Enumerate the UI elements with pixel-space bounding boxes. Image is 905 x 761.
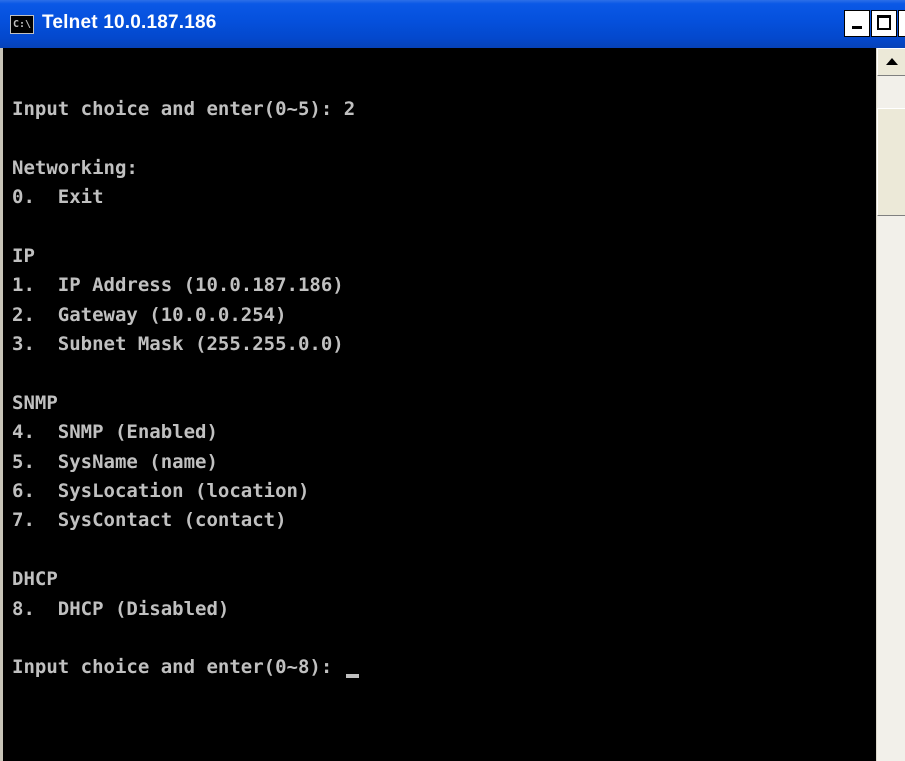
- terminal-line-option-7: 7. SysContact (contact): [12, 509, 287, 532]
- console-icon[interactable]: C:\: [10, 15, 34, 34]
- terminal-line-option-8: 8. DHCP (Disabled): [12, 597, 230, 620]
- terminal-line-snmp-heading: SNMP: [12, 391, 58, 414]
- terminal-line-networking-heading: Networking:: [12, 156, 138, 179]
- terminal-line-option-0: 0. Exit: [12, 186, 104, 209]
- close-button[interactable]: ×: [898, 10, 905, 37]
- arrow-up-icon: [886, 58, 898, 65]
- terminal-line-prompt-main: Input choice and enter(0~5): 2: [12, 98, 356, 120]
- terminal-output[interactable]: Input choice and enter(0~5): 2 Networkin…: [3, 48, 876, 761]
- title-bar[interactable]: C:\ Telnet 10.0.187.186 ×: [0, 0, 905, 48]
- maximize-icon: [877, 15, 891, 30]
- terminal-line-option-6: 6. SysLocation (location): [12, 480, 310, 503]
- terminal-line-option-4: 4. SNMP (Enabled): [12, 421, 218, 444]
- text-cursor: [345, 673, 359, 678]
- scroll-up-button[interactable]: [877, 48, 905, 76]
- terminal-line-option-5: 5. SysName (name): [12, 450, 218, 473]
- vertical-scrollbar[interactable]: [876, 48, 905, 761]
- terminal-line-option-2: 2. Gateway (10.0.0.254): [12, 303, 287, 326]
- terminal-input-prompt: Input choice and enter(0~8):: [12, 656, 344, 679]
- minimize-button[interactable]: [844, 10, 870, 37]
- maximize-button[interactable]: [871, 10, 897, 37]
- terminal-lines: Input choice and enter(0~5): 2 Networkin…: [12, 95, 359, 683]
- terminal-line-option-3: 3. Subnet Mask (255.255.0.0): [12, 333, 344, 356]
- terminal-line-ip-heading: IP: [12, 244, 35, 267]
- scrollbar-thumb[interactable]: [877, 108, 905, 216]
- terminal-line-dhcp-heading: DHCP: [12, 568, 58, 591]
- window-title: Telnet 10.0.187.186: [42, 12, 217, 33]
- minimize-icon: [852, 26, 862, 29]
- terminal-input-line[interactable]: Input choice and enter(0~8):: [12, 653, 359, 682]
- terminal-line-option-1: 1. IP Address (10.0.187.186): [12, 274, 344, 297]
